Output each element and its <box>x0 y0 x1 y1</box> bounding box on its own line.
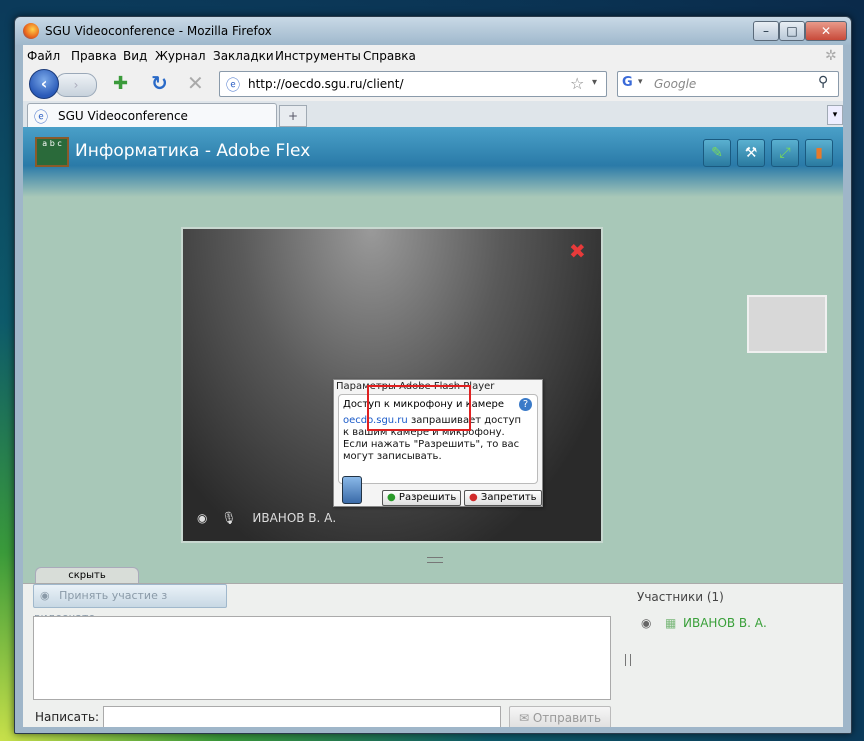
maximize-button[interactable]: □ <box>779 21 805 41</box>
flex-app-page: a b c Информатика - Adobe Flex ✎ ⚒ ⤢ ▮ ✖… <box>23 127 843 727</box>
stop-icon[interactable]: ✕ <box>187 71 204 95</box>
url-text: http://oecdo.sgu.ru/client/ <box>248 77 404 91</box>
tab-strip: ⓔ SGU Videoconference + ▾ <box>23 101 843 128</box>
video-footer: ◉ 🎙︎ ИВАНОВ В. А. <box>197 511 336 525</box>
menu-tools[interactable]: Инструменты <box>275 49 361 63</box>
webcam-icon: ◉ <box>40 589 50 602</box>
participants-title: Участники (1) <box>637 590 724 604</box>
send-label: Отправить <box>532 711 602 725</box>
video-user-name: ИВАНОВ В. А. <box>252 511 337 525</box>
menu-file[interactable]: Файл <box>27 49 60 63</box>
check-icon: ● <box>387 492 396 503</box>
exit-door-icon[interactable]: ▮ <box>805 139 833 167</box>
tab-label: SGU Videoconference <box>58 109 188 123</box>
bookmark-star-icon[interactable]: ☆ <box>570 74 584 93</box>
fullscreen-icon[interactable]: ⤢ <box>771 139 799 167</box>
microphone-icon: 🎙︎ <box>221 511 237 525</box>
wrench-icon[interactable]: ⚒ <box>737 139 765 167</box>
join-video-chat-button[interactable]: ◉ Принять участие з видеочате <box>33 584 227 624</box>
forward-button[interactable]: › <box>55 73 97 97</box>
add-bookmark-icon[interactable]: ✚ <box>113 73 128 94</box>
app-header: a b c Информатика - Adobe Flex ✎ ⚒ ⤢ ▮ <box>23 127 843 197</box>
address-bar[interactable]: ⓔ http://oecdo.sgu.ru/client/ ☆ ▾ <box>219 71 607 97</box>
reload-icon[interactable]: ↻ <box>151 71 168 95</box>
send-button[interactable]: ✉ Отправить <box>509 706 611 727</box>
minimize-button[interactable]: – <box>753 21 779 41</box>
allow-label: Разрешить <box>398 492 457 503</box>
menu-bar: Файл Правка Вид Журнал Закладки Инструме… <box>23 45 843 67</box>
browser-client: Файл Правка Вид Журнал Закладки Инструме… <box>23 45 843 727</box>
title-bar: SGU Videoconference - Mozilla Firefox – … <box>15 17 851 45</box>
google-engine-icon[interactable]: G <box>622 75 633 90</box>
firefox-icon <box>23 23 39 39</box>
new-tab-button[interactable]: + <box>279 105 307 127</box>
message-input[interactable] <box>103 706 501 727</box>
engine-dropdown-icon[interactable]: ▾ <box>638 77 643 87</box>
menu-history[interactable]: Журнал <box>155 49 206 63</box>
chalkboard-logo-icon: a b c <box>35 137 69 167</box>
browser-window: SGU Videoconference - Mozilla Firefox – … <box>14 16 852 734</box>
site-identity-icon: ⓔ <box>226 78 240 94</box>
chat-panel: ◉ Принять участие з видеочате Написать: … <box>23 583 843 727</box>
search-field[interactable]: G ▾ Google ⚲ <box>617 71 839 97</box>
throbber-icon: ✲ <box>825 48 837 64</box>
horizontal-splitter-handle[interactable] <box>625 654 631 666</box>
navigation-toolbar: › ‹ ✚ ↻ ✕ ⓔ http://oecdo.sgu.ru/client/ … <box>23 67 843 101</box>
help-icon[interactable]: ? <box>519 398 532 411</box>
pencil-icon[interactable]: ✎ <box>703 139 731 167</box>
back-button[interactable]: ‹ <box>29 69 59 99</box>
side-video-thumbnail[interactable] <box>747 295 827 353</box>
url-dropdown-icon[interactable]: ▾ <box>592 77 597 88</box>
search-placeholder: Google <box>654 77 697 91</box>
tab-favicon-icon: ⓔ <box>34 110 48 126</box>
vertical-splitter-handle[interactable] <box>427 557 443 563</box>
app-title: Информатика - Adobe Flex <box>75 141 311 161</box>
participant-item[interactable]: ИВАНОВ В. А. <box>683 616 767 630</box>
search-icon[interactable]: ⚲ <box>818 74 828 90</box>
close-video-icon[interactable]: ✖ <box>569 239 586 263</box>
deny-label: Запретить <box>480 492 537 503</box>
window-title: SGU Videoconference - Mozilla Firefox <box>45 24 272 38</box>
chat-messages-area[interactable] <box>33 616 611 700</box>
menu-bookmarks[interactable]: Закладки <box>213 49 274 63</box>
menu-view[interactable]: Вид <box>123 49 147 63</box>
allow-button[interactable]: ● Разрешить <box>382 490 462 506</box>
tab-list-dropdown-icon[interactable]: ▾ <box>827 105 843 125</box>
participant-webcam-icon: ◉ <box>641 616 652 630</box>
menu-edit[interactable]: Правка <box>71 49 117 63</box>
hide-panel-tab[interactable]: скрыть <box>35 567 139 584</box>
deny-icon: ● <box>469 492 478 503</box>
menu-help[interactable]: Справка <box>363 49 416 63</box>
camera-settings-icon <box>342 476 362 504</box>
send-icon: ✉ <box>518 711 530 725</box>
write-label: Написать: <box>35 710 100 724</box>
webcam-icon: ◉ <box>197 511 208 525</box>
tab-sgu-videoconference[interactable]: ⓔ SGU Videoconference <box>27 103 277 128</box>
allow-highlight-box <box>367 385 471 431</box>
close-window-button[interactable]: ✕ <box>805 21 847 41</box>
deny-button[interactable]: ● Запретить <box>464 490 542 506</box>
participant-board-icon: ▦ <box>665 616 677 630</box>
